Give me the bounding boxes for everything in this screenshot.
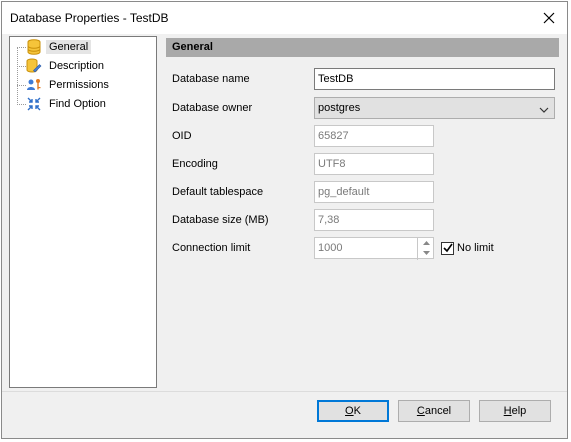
- help-button[interactable]: Help: [479, 400, 551, 422]
- database-name-input[interactable]: TestDB: [314, 68, 555, 90]
- arrows-in-icon: [26, 96, 42, 112]
- cancel-mnemonic: C: [416, 405, 425, 417]
- cancel-label-rest: ancel: [424, 405, 452, 417]
- spin-down-icon[interactable]: [418, 248, 434, 258]
- encoding-field: UTF8: [314, 153, 434, 175]
- database-icon: [26, 39, 42, 55]
- sidebar-item-label: General: [46, 40, 92, 54]
- sidebar-tree: General Description Permissions Find Opt…: [9, 36, 157, 388]
- sidebar-item-general[interactable]: General: [14, 38, 92, 56]
- sidebar-item-label: Description: [49, 60, 105, 72]
- ok-mnemonic: O: [345, 405, 354, 417]
- help-label-rest: elp: [511, 405, 527, 417]
- close-button[interactable]: [537, 6, 561, 30]
- sidebar-item-find-option[interactable]: Find Option: [14, 95, 109, 113]
- encoding-label: Encoding: [172, 158, 218, 170]
- spin-up-icon[interactable]: [418, 238, 434, 248]
- checkbox-box[interactable]: [441, 241, 454, 255]
- dialog-window: Database Properties - TestDB General Des…: [1, 1, 568, 439]
- sidebar-item-label: Permissions: [49, 79, 109, 91]
- connection-limit-spinner[interactable]: [417, 238, 434, 260]
- database-name-label: Database name: [172, 73, 250, 85]
- database-size-field: 7,38: [314, 209, 434, 231]
- help-mnemonic: H: [503, 405, 512, 417]
- sidebar-item-label: Find Option: [49, 98, 106, 110]
- chevron-down-icon: [539, 102, 549, 122]
- tablespace-field: pg_default: [314, 181, 434, 203]
- ok-label-rest: K: [353, 405, 361, 417]
- database-owner-select[interactable]: postgres: [314, 97, 555, 119]
- ok-button[interactable]: OK: [317, 400, 389, 422]
- database-owner-value: postgres: [318, 102, 361, 114]
- oid-label: OID: [172, 130, 192, 142]
- close-icon: [543, 12, 555, 24]
- checkmark-icon: [442, 243, 453, 253]
- tablespace-label: Default tablespace: [172, 186, 264, 198]
- oid-field: 65827: [314, 125, 434, 147]
- cancel-button[interactable]: Cancel: [398, 400, 470, 422]
- users-key-icon: [26, 77, 42, 93]
- database-pencil-icon: [26, 58, 42, 74]
- title-bar: Database Properties - TestDB: [2, 2, 567, 34]
- dialog-footer: OK Cancel Help: [2, 391, 567, 438]
- sidebar-item-description[interactable]: Description: [14, 57, 107, 75]
- connection-limit-input[interactable]: 1000: [314, 237, 434, 259]
- connection-limit-label: Connection limit: [172, 242, 251, 254]
- panel-header: General: [166, 38, 559, 57]
- no-limit-label: No limit: [457, 242, 494, 254]
- database-size-label: Database size (MB): [172, 214, 269, 226]
- no-limit-checkbox[interactable]: No limit: [441, 240, 494, 256]
- database-owner-label: Database owner: [172, 102, 253, 114]
- window-title: Database Properties - TestDB: [10, 11, 169, 25]
- sidebar-item-permissions[interactable]: Permissions: [14, 76, 112, 94]
